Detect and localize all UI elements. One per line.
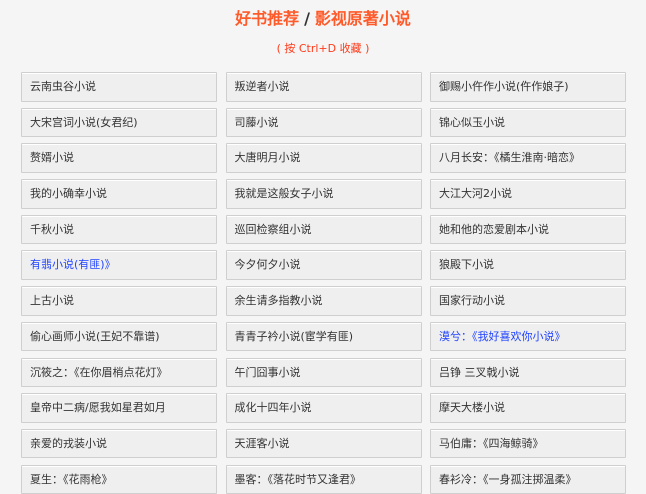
novel-link[interactable]: 青青子衿小说(宦学有匪) xyxy=(225,321,422,352)
novel-link[interactable]: 上古小说 xyxy=(21,286,217,316)
novel-link[interactable]: 墨客：《落花时节又逢君》 xyxy=(225,464,422,494)
title-adaptations: 影视原著小说 xyxy=(314,9,411,28)
novel-link[interactable]: 马伯庸：《四海鲸骑》 xyxy=(430,428,626,459)
novel-link[interactable]: 漠兮：《我好喜欢你小说》 xyxy=(430,321,626,352)
novel-link[interactable]: 御赐小仵作小说(仵作娘子) xyxy=(430,72,626,102)
novel-link[interactable]: 叛逆者小说 xyxy=(225,72,422,102)
novel-link[interactable]: 狼殿下小说 xyxy=(430,250,626,280)
novel-link[interactable]: 巡回检察组小说 xyxy=(225,214,422,245)
novel-link[interactable]: 千秋小说 xyxy=(21,214,217,245)
novel-link[interactable]: 司藤小说 xyxy=(225,107,422,138)
bookmark-hint: ( 按 Ctrl+D 收藏 ) xyxy=(276,42,370,55)
novel-link[interactable]: 偷心画师小说(王妃不靠谱) xyxy=(21,321,217,352)
novel-link[interactable]: 沉筱之：《在你眉梢点花灯》 xyxy=(21,357,217,387)
novel-link[interactable]: 大江大河2小说 xyxy=(430,179,626,209)
novel-link[interactable]: 我就是这般女子小说 xyxy=(225,179,422,209)
novel-link[interactable]: 八月长安：《橘生淮南·暗恋》 xyxy=(430,143,626,173)
novel-link[interactable]: 余生请多指教小说 xyxy=(225,286,422,316)
novel-link[interactable]: 锦心似玉小说 xyxy=(430,107,626,138)
novel-link[interactable]: 天涯客小说 xyxy=(225,428,422,459)
novel-link[interactable]: 有翡小说(有匪)》 xyxy=(21,250,217,280)
novel-link[interactable]: 赘婿小说 xyxy=(21,143,217,173)
novel-link[interactable]: 摩天大楼小说 xyxy=(430,393,626,423)
novel-link[interactable]: 春衫冷：《一身孤注掷温柔》 xyxy=(430,464,626,494)
novel-link[interactable]: 吕铮 三叉戟小说 xyxy=(430,357,626,387)
page-header: 好书推荐 / 影视原著小说 ( 按 Ctrl+D 收藏 ) xyxy=(0,0,646,66)
novel-link[interactable]: 大唐明月小说 xyxy=(225,143,422,173)
novel-link[interactable]: 亲爱的戎装小说 xyxy=(21,428,217,459)
title-recommend: 好书推荐 xyxy=(235,9,300,28)
novel-link[interactable]: 今夕何夕小说 xyxy=(225,250,422,280)
page-title: 好书推荐 / 影视原著小说 xyxy=(0,5,646,29)
novel-link[interactable]: 国家行动小说 xyxy=(430,286,626,316)
novel-link[interactable]: 大宋宫词小说(女君纪) xyxy=(21,107,217,138)
novel-link[interactable]: 云南虫谷小说 xyxy=(21,72,217,102)
novel-link[interactable]: 成化十四年小说 xyxy=(225,393,422,423)
novel-link[interactable]: 她和他的恋爱剧本小说 xyxy=(430,214,626,245)
novel-link[interactable]: 皇帝中二病/愿我如星君如月 xyxy=(21,393,217,423)
novel-link[interactable]: 午门囧事小说 xyxy=(225,357,422,387)
novel-link[interactable]: 夏生：《花雨枪》 xyxy=(21,464,217,494)
title-separator: / xyxy=(304,9,310,28)
novel-link[interactable]: 我的小确幸小说 xyxy=(21,179,217,209)
novel-link-grid: 云南虫谷小说 叛逆者小说 御赐小仵作小说(仵作娘子) 大宋宫词小说(女君纪) 司藤小说锦… xyxy=(21,72,626,494)
